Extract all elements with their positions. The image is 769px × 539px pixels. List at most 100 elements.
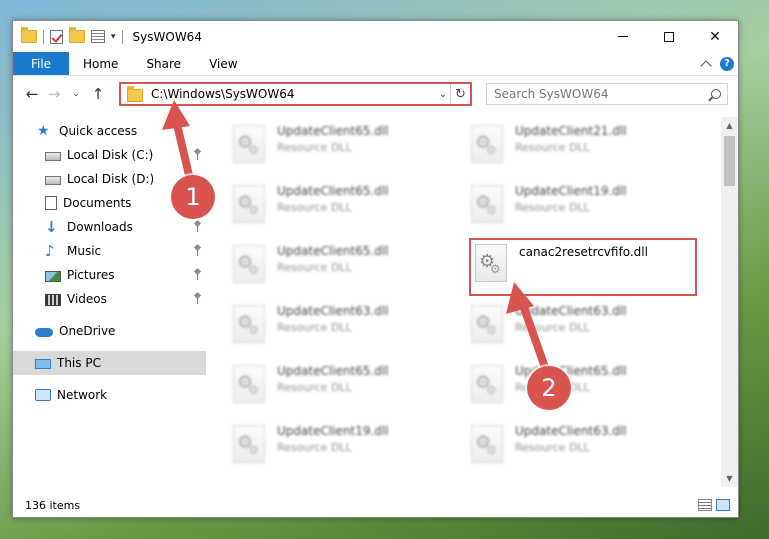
file-item[interactable]: UpdateClient65.dll Resource DLL xyxy=(233,181,458,233)
onedrive-icon xyxy=(35,328,53,337)
navigation-bar: ← → ⌄ ↑ C:\Windows\SysWOW64 ⌄ ↻ Search S… xyxy=(13,76,738,112)
file-item[interactable]: UpdateClient63.dll Resource DLL xyxy=(471,421,696,473)
tab-file[interactable]: File xyxy=(13,52,69,75)
maximize-button[interactable] xyxy=(646,21,692,52)
search-input[interactable]: Search SysWOW64 xyxy=(494,87,608,101)
scroll-up-icon[interactable]: ▲ xyxy=(721,117,738,134)
collapse-ribbon-icon[interactable] xyxy=(700,59,712,72)
properties-check-icon[interactable] xyxy=(50,29,63,44)
file-list: UpdateClient65.dll Resource DLL UpdateCli… xyxy=(217,117,722,487)
tab-view[interactable]: View xyxy=(195,52,251,75)
file-name: UpdateClient19.dll xyxy=(277,424,389,438)
disk-icon xyxy=(45,176,61,185)
pin-icon[interactable] xyxy=(193,293,202,304)
up-button[interactable]: ↑ xyxy=(87,85,109,103)
sidebar-item-videos[interactable]: Videos xyxy=(13,287,206,311)
new-folder-icon[interactable] xyxy=(69,27,85,43)
file-type: Resource DLL xyxy=(515,201,590,214)
minimize-button[interactable] xyxy=(600,21,646,52)
explorer-window: ▾ SysWOW64 ✕ File Home Share View ? ← → … xyxy=(12,20,739,518)
separator xyxy=(43,29,44,44)
file-type: Resource DLL xyxy=(277,381,352,394)
file-item-highlighted[interactable]: canac2resetrcvfifo.dll xyxy=(469,238,697,296)
file-item[interactable]: UpdateClient19.dll Resource DLL xyxy=(471,181,696,233)
pin-icon[interactable] xyxy=(193,221,202,232)
dll-file-icon xyxy=(233,425,265,463)
status-bar: 136 items xyxy=(13,493,738,517)
dll-file-icon xyxy=(471,125,503,163)
file-type: Resource DLL xyxy=(277,141,352,154)
folder-icon[interactable] xyxy=(21,27,37,43)
close-button[interactable]: ✕ xyxy=(692,21,738,52)
dll-file-icon xyxy=(471,365,503,403)
search-box[interactable]: Search SysWOW64 xyxy=(486,83,728,105)
view-switcher xyxy=(698,499,730,511)
search-icon[interactable] xyxy=(711,89,721,99)
sidebar-item-label: Pictures xyxy=(67,268,115,282)
tab-share[interactable]: Share xyxy=(132,52,195,75)
file-item[interactable]: UpdateClient21.dll Resource DLL xyxy=(471,121,696,173)
pin-icon[interactable] xyxy=(193,245,202,256)
dll-file-icon xyxy=(471,185,503,223)
file-type: Resource DLL xyxy=(515,141,590,154)
file-item[interactable]: UpdateClient19.dll Resource DLL xyxy=(233,421,458,473)
forward-button[interactable]: → xyxy=(43,85,65,103)
address-text[interactable]: C:\Windows\SysWOW64 xyxy=(151,87,295,101)
address-dropdown-icon[interactable]: ⌄ xyxy=(436,89,450,100)
sidebar-item-label: Downloads xyxy=(67,220,133,234)
customize-dropdown-icon[interactable]: ▾ xyxy=(111,32,116,42)
sidebar-item-label: Network xyxy=(57,388,108,402)
quick-access-toolbar: ▾ xyxy=(21,27,123,44)
sidebar-item-label: Music xyxy=(67,244,102,258)
file-name: canac2resetrcvfifo.dll xyxy=(519,245,648,259)
sidebar-item-label: Videos xyxy=(67,292,107,306)
step-1-badge: 1 xyxy=(171,175,215,219)
file-item[interactable]: UpdateClient65.dllResource DLL xyxy=(471,361,696,413)
file-item[interactable]: UpdateClient65.dllResource DLL xyxy=(233,241,458,293)
recent-locations-icon[interactable]: ⌄ xyxy=(65,89,87,99)
file-type: Resource DLL xyxy=(515,441,590,454)
tab-home[interactable]: Home xyxy=(69,52,132,75)
ribbon-right: ? xyxy=(700,52,738,75)
sidebar-item-pictures[interactable]: Pictures xyxy=(13,263,206,287)
properties-icon[interactable] xyxy=(91,30,105,43)
file-type: Resource DLL xyxy=(277,261,352,274)
refresh-icon[interactable]: ↻ xyxy=(450,84,470,104)
ribbon-tabs: File Home Share View ? xyxy=(13,52,738,76)
sidebar-item-label: This PC xyxy=(57,356,101,370)
file-name: UpdateClient65.dll xyxy=(277,124,389,138)
sidebar-item-network[interactable]: Network xyxy=(13,383,206,407)
file-item[interactable]: UpdateClient63.dll Resource DLL xyxy=(233,301,458,353)
sidebar-item-music[interactable]: ♪ Music xyxy=(13,239,206,263)
file-item[interactable]: UpdateClient65.dll Resource DLL xyxy=(233,121,458,173)
address-bar[interactable]: C:\Windows\SysWOW64 ⌄ ↻ xyxy=(119,82,472,106)
sidebar-item-this-pc[interactable]: This PC xyxy=(13,351,206,375)
sidebar-item-onedrive[interactable]: OneDrive xyxy=(13,319,206,343)
file-name: UpdateClient65.dll xyxy=(277,184,389,198)
help-icon[interactable]: ? xyxy=(720,56,734,71)
file-type: Resource DLL xyxy=(277,201,352,214)
disk-icon xyxy=(45,152,61,161)
tiles-view-icon[interactable] xyxy=(716,499,730,511)
file-item[interactable]: UpdateClient65.dllResource DLL xyxy=(233,361,458,413)
documents-icon xyxy=(45,196,57,210)
dll-file-icon xyxy=(233,185,265,223)
folder-icon xyxy=(127,86,143,102)
sidebar-item-local-disk-c[interactable]: Local Disk (C:) xyxy=(13,143,206,167)
details-view-icon[interactable] xyxy=(698,499,712,511)
sidebar-item-quick-access[interactable]: ★ Quick access xyxy=(13,119,206,143)
scroll-down-icon[interactable]: ▼ xyxy=(721,470,738,487)
scroll-thumb[interactable] xyxy=(724,136,735,186)
sidebar-item-downloads[interactable]: ↓ Downloads xyxy=(13,215,206,239)
vertical-scrollbar[interactable]: ▲ ▼ xyxy=(721,117,738,487)
back-button[interactable]: ← xyxy=(21,85,43,103)
separator xyxy=(121,29,123,44)
pin-icon[interactable] xyxy=(193,149,202,160)
maximize-icon xyxy=(664,31,674,42)
file-item[interactable]: UpdateClient63.dll Resource DLL xyxy=(471,301,696,353)
videos-icon xyxy=(45,293,61,306)
sidebar-item-label: Local Disk (C:) xyxy=(67,148,154,162)
pin-icon[interactable] xyxy=(193,269,202,280)
file-type: Resource DLL xyxy=(277,441,352,454)
dll-file-icon xyxy=(233,245,265,283)
